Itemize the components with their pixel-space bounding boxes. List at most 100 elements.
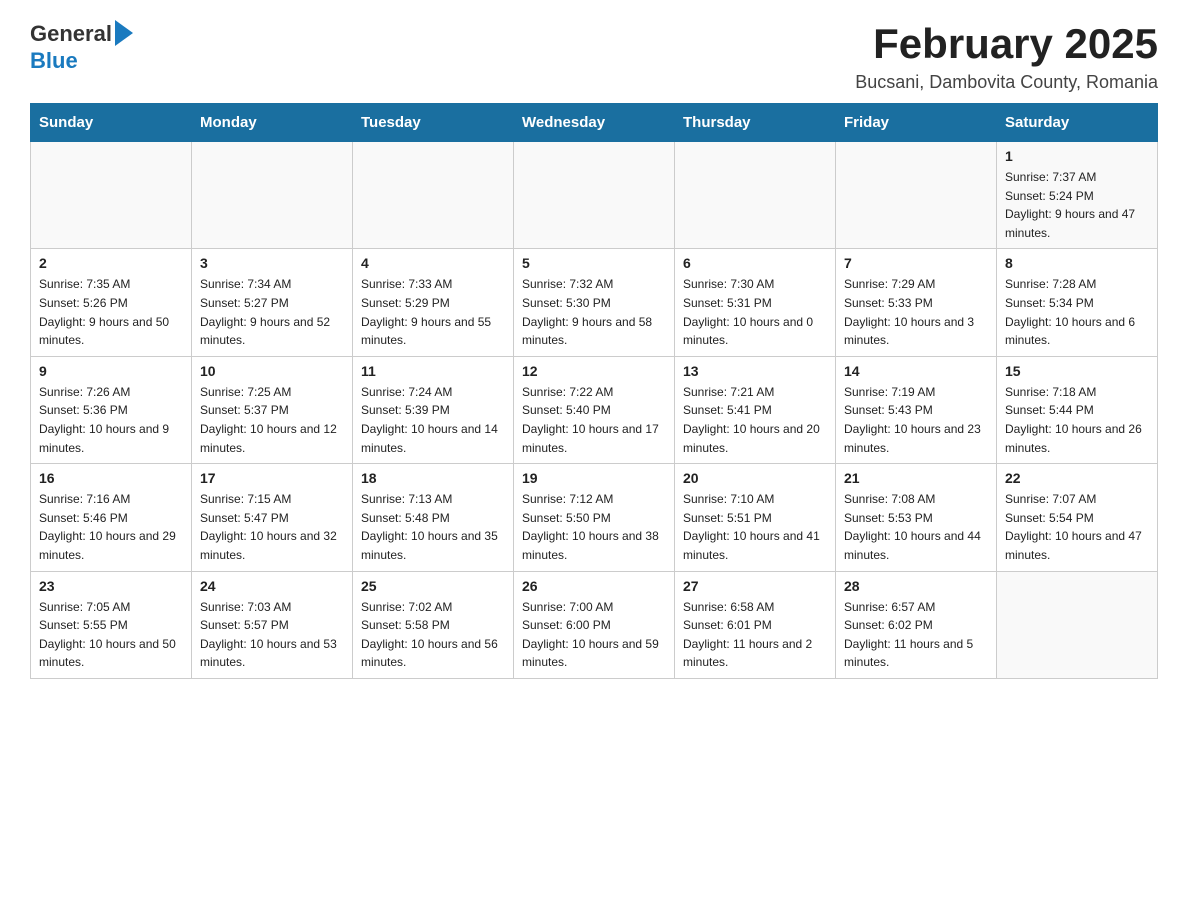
day-info: Sunrise: 7:30 AM Sunset: 5:31 PM Dayligh…	[683, 275, 827, 349]
calendar-day-cell: 15 Sunrise: 7:18 AM Sunset: 5:44 PM Dayli…	[997, 356, 1158, 463]
calendar-day-cell: 25 Sunrise: 7:02 AM Sunset: 5:58 PM Dayli…	[353, 571, 514, 678]
calendar-week-row: 2 Sunrise: 7:35 AM Sunset: 5:26 PM Daylig…	[31, 249, 1158, 356]
day-info: Sunrise: 7:19 AM Sunset: 5:43 PM Dayligh…	[844, 383, 988, 457]
calendar-day-cell: 3 Sunrise: 7:34 AM Sunset: 5:27 PM Daylig…	[192, 249, 353, 356]
day-info: Sunrise: 7:03 AM Sunset: 5:57 PM Dayligh…	[200, 598, 344, 672]
day-number: 26	[522, 578, 666, 594]
day-number: 22	[1005, 470, 1149, 486]
day-number: 1	[1005, 148, 1149, 164]
calendar-day-cell: 6 Sunrise: 7:30 AM Sunset: 5:31 PM Daylig…	[675, 249, 836, 356]
day-info: Sunrise: 7:32 AM Sunset: 5:30 PM Dayligh…	[522, 275, 666, 349]
location-text: Bucsani, Dambovita County, Romania	[855, 72, 1158, 93]
day-number: 3	[200, 255, 344, 271]
day-info: Sunrise: 7:33 AM Sunset: 5:29 PM Dayligh…	[361, 275, 505, 349]
calendar-day-cell	[514, 142, 675, 249]
calendar-week-row: 9 Sunrise: 7:26 AM Sunset: 5:36 PM Daylig…	[31, 356, 1158, 463]
calendar-day-cell: 22 Sunrise: 7:07 AM Sunset: 5:54 PM Dayli…	[997, 464, 1158, 571]
day-number: 4	[361, 255, 505, 271]
calendar-header-tuesday: Tuesday	[353, 104, 514, 142]
day-number: 16	[39, 470, 183, 486]
day-number: 13	[683, 363, 827, 379]
calendar-day-cell: 28 Sunrise: 6:57 AM Sunset: 6:02 PM Dayli…	[836, 571, 997, 678]
day-info: Sunrise: 7:24 AM Sunset: 5:39 PM Dayligh…	[361, 383, 505, 457]
title-area: February 2025 Bucsani, Dambovita County,…	[855, 20, 1158, 93]
logo-blue-text: Blue	[30, 48, 78, 73]
calendar-day-cell: 17Sunrise: 7:15 AM Sunset: 5:47 PM Dayli…	[192, 464, 353, 571]
day-info: Sunrise: 7:37 AM Sunset: 5:24 PM Dayligh…	[1005, 168, 1149, 242]
calendar-header-wednesday: Wednesday	[514, 104, 675, 142]
logo-general-text: General	[30, 21, 112, 47]
calendar-header-saturday: Saturday	[997, 104, 1158, 142]
day-info: Sunrise: 7:18 AM Sunset: 5:44 PM Dayligh…	[1005, 383, 1149, 457]
day-info: Sunrise: 7:29 AM Sunset: 5:33 PM Dayligh…	[844, 275, 988, 349]
day-info: Sunrise: 7:10 AM Sunset: 5:51 PM Dayligh…	[683, 490, 827, 564]
calendar-day-cell	[997, 571, 1158, 678]
day-number: 19	[522, 470, 666, 486]
day-number: 11	[361, 363, 505, 379]
calendar-day-cell	[353, 142, 514, 249]
calendar-day-cell: 5 Sunrise: 7:32 AM Sunset: 5:30 PM Daylig…	[514, 249, 675, 356]
day-number: 28	[844, 578, 988, 594]
day-info: Sunrise: 7:13 AM Sunset: 5:48 PM Dayligh…	[361, 490, 505, 564]
calendar-day-cell	[836, 142, 997, 249]
calendar-day-cell: 19 Sunrise: 7:12 AM Sunset: 5:50 PM Dayli…	[514, 464, 675, 571]
day-number: 17	[200, 470, 344, 486]
page-header: General Blue February 2025 Bucsani, Damb…	[30, 20, 1158, 93]
day-info: Sunrise: 6:58 AM Sunset: 6:01 PM Dayligh…	[683, 598, 827, 672]
day-info: Sunrise: 7:02 AM Sunset: 5:58 PM Dayligh…	[361, 598, 505, 672]
calendar-day-cell: 14 Sunrise: 7:19 AM Sunset: 5:43 PM Dayli…	[836, 356, 997, 463]
calendar-day-cell: 8Sunrise: 7:28 AM Sunset: 5:34 PM Daylig…	[997, 249, 1158, 356]
day-number: 7	[844, 255, 988, 271]
logo: General Blue	[30, 20, 133, 74]
day-info: Sunrise: 6:57 AM Sunset: 6:02 PM Dayligh…	[844, 598, 988, 672]
day-number: 15	[1005, 363, 1149, 379]
day-number: 25	[361, 578, 505, 594]
day-number: 9	[39, 363, 183, 379]
day-number: 12	[522, 363, 666, 379]
calendar-day-cell: 27Sunrise: 6:58 AM Sunset: 6:01 PM Dayli…	[675, 571, 836, 678]
day-number: 8	[1005, 255, 1149, 271]
day-number: 14	[844, 363, 988, 379]
calendar-week-row: 1 Sunrise: 7:37 AM Sunset: 5:24 PM Daylig…	[31, 142, 1158, 249]
calendar-day-cell: 21Sunrise: 7:08 AM Sunset: 5:53 PM Dayli…	[836, 464, 997, 571]
calendar-header-row: SundayMondayTuesdayWednesdayThursdayFrid…	[31, 104, 1158, 142]
day-info: Sunrise: 7:12 AM Sunset: 5:50 PM Dayligh…	[522, 490, 666, 564]
day-info: Sunrise: 7:08 AM Sunset: 5:53 PM Dayligh…	[844, 490, 988, 564]
day-number: 24	[200, 578, 344, 594]
day-number: 20	[683, 470, 827, 486]
day-number: 23	[39, 578, 183, 594]
calendar-day-cell: 13Sunrise: 7:21 AM Sunset: 5:41 PM Dayli…	[675, 356, 836, 463]
logo-triangle-icon	[115, 20, 133, 46]
calendar-day-cell: 24 Sunrise: 7:03 AM Sunset: 5:57 PM Dayli…	[192, 571, 353, 678]
day-number: 6	[683, 255, 827, 271]
calendar-day-cell	[192, 142, 353, 249]
calendar-day-cell: 1 Sunrise: 7:37 AM Sunset: 5:24 PM Daylig…	[997, 142, 1158, 249]
day-number: 10	[200, 363, 344, 379]
calendar-day-cell	[31, 142, 192, 249]
calendar-day-cell: 26 Sunrise: 7:00 AM Sunset: 6:00 PM Dayli…	[514, 571, 675, 678]
month-title: February 2025	[855, 20, 1158, 68]
calendar-week-row: 16 Sunrise: 7:16 AM Sunset: 5:46 PM Dayli…	[31, 464, 1158, 571]
day-info: Sunrise: 7:26 AM Sunset: 5:36 PM Dayligh…	[39, 383, 183, 457]
day-number: 18	[361, 470, 505, 486]
calendar-day-cell	[675, 142, 836, 249]
day-info: Sunrise: 7:22 AM Sunset: 5:40 PM Dayligh…	[522, 383, 666, 457]
calendar-day-cell: 7 Sunrise: 7:29 AM Sunset: 5:33 PM Daylig…	[836, 249, 997, 356]
day-number: 2	[39, 255, 183, 271]
day-info: Sunrise: 7:35 AM Sunset: 5:26 PM Dayligh…	[39, 275, 183, 349]
day-info: Sunrise: 7:34 AM Sunset: 5:27 PM Dayligh…	[200, 275, 344, 349]
day-info: Sunrise: 7:07 AM Sunset: 5:54 PM Dayligh…	[1005, 490, 1149, 564]
calendar-header-sunday: Sunday	[31, 104, 192, 142]
calendar-day-cell: 4 Sunrise: 7:33 AM Sunset: 5:29 PM Daylig…	[353, 249, 514, 356]
day-info: Sunrise: 7:00 AM Sunset: 6:00 PM Dayligh…	[522, 598, 666, 672]
calendar-week-row: 23Sunrise: 7:05 AM Sunset: 5:55 PM Dayli…	[31, 571, 1158, 678]
calendar-header-monday: Monday	[192, 104, 353, 142]
calendar-header-thursday: Thursday	[675, 104, 836, 142]
calendar-day-cell: 2 Sunrise: 7:35 AM Sunset: 5:26 PM Daylig…	[31, 249, 192, 356]
day-info: Sunrise: 7:16 AM Sunset: 5:46 PM Dayligh…	[39, 490, 183, 564]
calendar-day-cell: 18 Sunrise: 7:13 AM Sunset: 5:48 PM Dayli…	[353, 464, 514, 571]
calendar-table: SundayMondayTuesdayWednesdayThursdayFrid…	[30, 103, 1158, 679]
calendar-header-friday: Friday	[836, 104, 997, 142]
calendar-day-cell: 10Sunrise: 7:25 AM Sunset: 5:37 PM Dayli…	[192, 356, 353, 463]
day-number: 5	[522, 255, 666, 271]
